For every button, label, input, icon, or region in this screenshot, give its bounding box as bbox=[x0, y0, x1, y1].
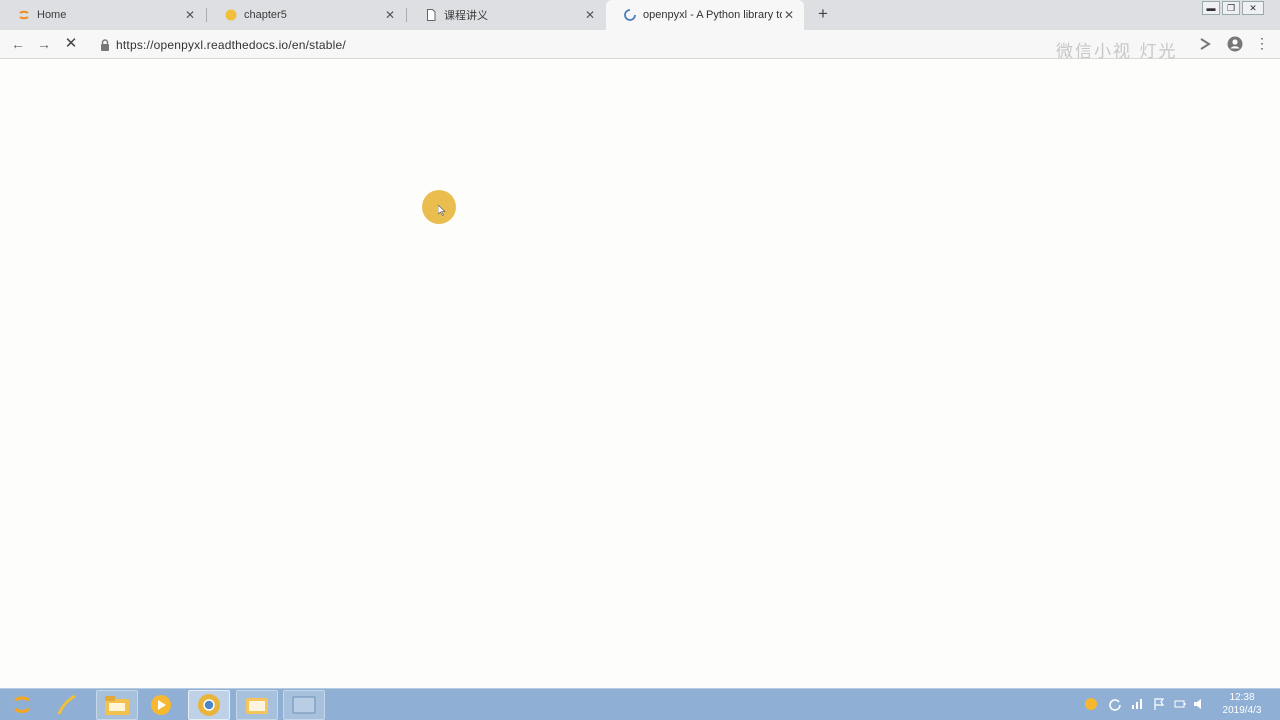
tray-app-icon[interactable] bbox=[1084, 697, 1098, 711]
sync-icon[interactable] bbox=[1108, 697, 1122, 711]
url-text[interactable]: https://openpyxl.readthedocs.io/en/stabl… bbox=[116, 38, 346, 52]
media-player-icon bbox=[151, 695, 171, 715]
taskbar-app-folder[interactable] bbox=[236, 690, 278, 720]
tab-title: 课程讲义 bbox=[444, 10, 488, 22]
lock-icon bbox=[101, 38, 109, 51]
close-tab-icon[interactable]: ✕ bbox=[782, 8, 796, 22]
tab-strip: Home ✕ chapter5 ✕ 课程讲义 ✕ openpyxl - A Py… bbox=[0, 0, 1280, 30]
profile-icon[interactable] bbox=[1227, 36, 1243, 52]
file-explorer-icon bbox=[105, 696, 129, 715]
stop-loading-button[interactable]: ✕ bbox=[61, 35, 81, 53]
back-button[interactable]: ← bbox=[8, 35, 28, 53]
minimize-window-icon[interactable]: ▬ bbox=[1202, 1, 1220, 15]
browser-toolbar: ← → ✕ https://openpyxl.readthedocs.io/en… bbox=[0, 30, 1280, 62]
watermark: 微信小视 灯光 bbox=[1056, 42, 1178, 62]
address-bar[interactable]: https://openpyxl.readthedocs.io/en/stabl… bbox=[94, 33, 1224, 56]
tab-course-notes[interactable]: 课程讲义 ✕ bbox=[407, 0, 605, 30]
tab-title: Home bbox=[37, 9, 67, 21]
flag-icon[interactable] bbox=[1152, 697, 1166, 711]
python-icon bbox=[225, 9, 237, 21]
close-window-icon[interactable]: ✕ bbox=[1242, 1, 1264, 15]
new-tab-button[interactable]: + bbox=[814, 5, 832, 23]
tab-home[interactable]: Home ✕ bbox=[0, 0, 205, 30]
tab-chapter5[interactable]: chapter5 ✕ bbox=[207, 0, 405, 30]
network-icon[interactable] bbox=[1130, 697, 1144, 711]
restore-window-icon[interactable]: ❐ bbox=[1222, 1, 1240, 15]
clock-date: 2019/4/3 bbox=[1222, 705, 1262, 716]
volume-icon[interactable] bbox=[1192, 697, 1206, 711]
system-clock[interactable]: 12:38 2019/4/3 bbox=[1212, 691, 1272, 717]
document-icon bbox=[427, 9, 436, 21]
close-tab-icon[interactable]: ✕ bbox=[583, 8, 597, 22]
taskbar-app-explorer[interactable] bbox=[96, 690, 138, 720]
forward-button[interactable]: → bbox=[34, 35, 54, 53]
start-button[interactable] bbox=[2, 690, 42, 720]
taskbar-app-chrome[interactable] bbox=[188, 690, 230, 720]
battery-icon[interactable] bbox=[1173, 697, 1187, 711]
taskbar-app-media[interactable] bbox=[140, 690, 182, 720]
page-content bbox=[0, 60, 1280, 688]
close-tab-icon[interactable]: ✕ bbox=[383, 8, 397, 22]
taskbar-app-pen[interactable] bbox=[46, 690, 88, 720]
close-tab-icon[interactable]: ✕ bbox=[183, 8, 197, 22]
window-icon bbox=[292, 696, 316, 714]
cursor-highlight bbox=[422, 190, 456, 224]
clock-time: 12:38 bbox=[1229, 692, 1255, 703]
loading-spinner-icon bbox=[624, 9, 636, 21]
tab-title: openpyxl - A Python library to bbox=[643, 9, 782, 21]
mouse-pointer-icon bbox=[438, 205, 446, 216]
extension-icon[interactable] bbox=[1197, 36, 1213, 52]
taskbar: 12:38 2019/4/3 bbox=[0, 688, 1280, 720]
taskbar-app-window[interactable] bbox=[283, 690, 325, 720]
browser-menu-icon[interactable]: ⋮ bbox=[1255, 35, 1269, 53]
tab-title: chapter5 bbox=[244, 9, 287, 21]
chrome-icon bbox=[198, 694, 220, 716]
tab-openpyxl[interactable]: openpyxl - A Python library to ✕ bbox=[606, 0, 804, 30]
start-icon bbox=[14, 696, 30, 713]
folder-icon bbox=[246, 698, 268, 714]
jupyter-icon bbox=[19, 10, 29, 20]
pen-app-icon bbox=[57, 694, 76, 715]
